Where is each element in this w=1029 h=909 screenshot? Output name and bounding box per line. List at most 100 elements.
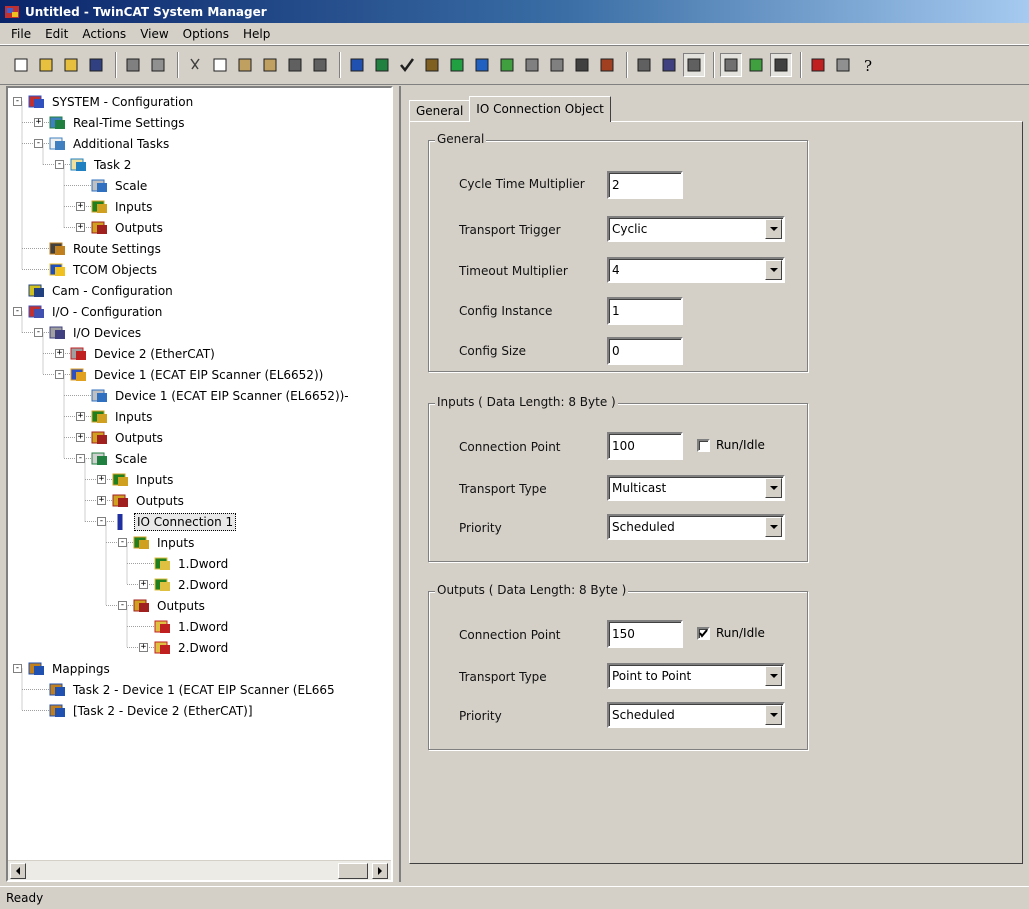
expand-icon[interactable]: + [76,412,85,421]
expand-icon[interactable]: + [55,349,64,358]
force-button[interactable] [770,53,792,77]
tree-item[interactable]: Scale [91,448,149,469]
toggle-free-run-button[interactable] [546,53,568,77]
tree-item[interactable]: Outputs [91,427,165,448]
tab-general[interactable]: General [409,100,471,122]
refresh-button[interactable] [571,53,593,77]
dropdown-arrow-icon[interactable] [765,705,782,725]
tree-item[interactable]: Real-Time Settings [49,112,187,133]
outputs-connection-point-input[interactable]: 150 [607,620,683,648]
collapse-icon[interactable]: - [76,454,85,463]
menu-edit[interactable]: Edit [38,25,75,43]
inputs-connection-point-input[interactable]: 100 [607,432,683,460]
config-size-input[interactable]: 0 [607,337,683,365]
collapse-icon[interactable]: - [55,370,64,379]
tree-item[interactable]: Task 2 - Device 1 (ECAT EIP Scanner (EL6… [49,679,337,700]
new-button[interactable] [10,53,32,77]
check-mark-button[interactable] [396,53,418,77]
expand-icon[interactable]: + [76,223,85,232]
expand-icon[interactable]: + [34,118,43,127]
tree-item[interactable]: Additional Tasks [49,133,171,154]
config-instance-input[interactable]: 1 [607,297,683,325]
tree-item[interactable]: Task 2 [70,154,133,175]
collapse-icon[interactable]: - [118,601,127,610]
menu-actions[interactable]: Actions [75,25,133,43]
expand-icon[interactable]: + [139,643,148,652]
inputs-transport-type-select[interactable]: Multicast [607,475,785,501]
collapse-icon[interactable]: - [13,664,22,673]
tree-item[interactable]: 2.Dword [154,637,230,658]
generate-mappings-button[interactable] [346,53,368,77]
tree-item[interactable]: Cam - Configuration [28,280,175,301]
scroll-left-button[interactable] [10,863,26,879]
tree-item[interactable]: 1.Dword [154,616,230,637]
transport-trigger-select[interactable]: Cyclic [607,216,785,242]
tree-item[interactable]: Device 2 (EtherCAT) [70,343,217,364]
paste-button[interactable] [234,53,256,77]
cycle-time-multiplier-input[interactable]: 2 [607,171,683,199]
tree-item[interactable]: IO Connection 1 [112,511,237,532]
inputs-run-idle-checkbox[interactable]: Run/Idle [697,438,765,452]
expand-icon[interactable]: + [76,202,85,211]
outputs-priority-select[interactable]: Scheduled [607,702,785,728]
dropdown-arrow-icon[interactable] [765,260,782,280]
dropdown-arrow-icon[interactable] [765,478,782,498]
timeout-multiplier-select[interactable]: 4 [607,257,785,283]
tree-item[interactable]: I/O Devices [49,322,143,343]
checkbox-box[interactable] [697,626,710,640]
tree-item[interactable]: Inputs [91,406,154,427]
dropdown-arrow-icon[interactable] [765,666,782,686]
show-variables-button[interactable] [720,53,742,77]
find-next-button[interactable] [309,53,331,77]
check-configuration-button[interactable] [371,53,393,77]
outputs-transport-type-select[interactable]: Point to Point [607,663,785,689]
collapse-icon[interactable]: - [34,139,43,148]
find-button[interactable] [284,53,306,77]
expand-icon[interactable]: + [97,496,106,505]
print-button[interactable] [122,53,144,77]
tree-item[interactable]: Inputs [91,196,154,217]
tree-item[interactable]: Route Settings [49,238,163,259]
tree-item[interactable]: Scale [91,175,149,196]
dropdown-arrow-icon[interactable] [765,517,782,537]
activate-configuration-button[interactable] [421,53,443,77]
tree-item[interactable]: 2.Dword [154,574,230,595]
open-button[interactable] [35,53,57,77]
tab-io-connection-object[interactable]: IO Connection Object [469,96,611,122]
horizontal-scrollbar[interactable] [8,860,391,880]
tree-item[interactable]: Device 1 (ECAT EIP Scanner (EL6652)) [70,364,325,385]
collapse-icon[interactable]: - [55,160,64,169]
menu-file[interactable]: File [4,25,38,43]
scroll-thumb[interactable] [338,863,368,879]
tree-item[interactable]: SYSTEM - Configuration [28,91,195,112]
network-button[interactable] [683,53,705,77]
show-online-data-button[interactable] [596,53,618,77]
collapse-icon[interactable]: - [13,97,22,106]
zoom-button[interactable] [658,53,680,77]
set-run-mode-button[interactable] [446,53,468,77]
collapse-icon[interactable]: - [34,328,43,337]
scroll-right-button[interactable] [372,863,388,879]
paste-with-links-button[interactable] [259,53,281,77]
copy-button[interactable] [209,53,231,77]
tree-item[interactable]: TCOM Objects [49,259,159,280]
help-button[interactable]: ? [857,53,879,77]
scan-devices-button[interactable] [521,53,543,77]
tree-item[interactable]: Mappings [28,658,112,679]
collapse-icon[interactable]: - [97,517,106,526]
tree-item[interactable]: Outputs [133,595,207,616]
collapse-icon[interactable]: - [13,307,22,316]
dropdown-arrow-icon[interactable] [765,219,782,239]
restart-config-mode-button[interactable] [471,53,493,77]
online-button[interactable] [633,53,655,77]
tree-item[interactable]: Device 1 (ECAT EIP Scanner (EL6652))- [91,385,351,406]
tree-item[interactable]: I/O - Configuration [28,301,164,322]
save-button[interactable] [85,53,107,77]
expand-icon[interactable]: + [139,580,148,589]
choose-target-button[interactable] [496,53,518,77]
tree-item[interactable]: [Task 2 - Device 2 (EtherCAT)] [49,700,255,721]
menu-help[interactable]: Help [236,25,277,43]
open-folder-button[interactable] [60,53,82,77]
tree-item[interactable]: Outputs [112,490,186,511]
trigger-button[interactable] [745,53,767,77]
